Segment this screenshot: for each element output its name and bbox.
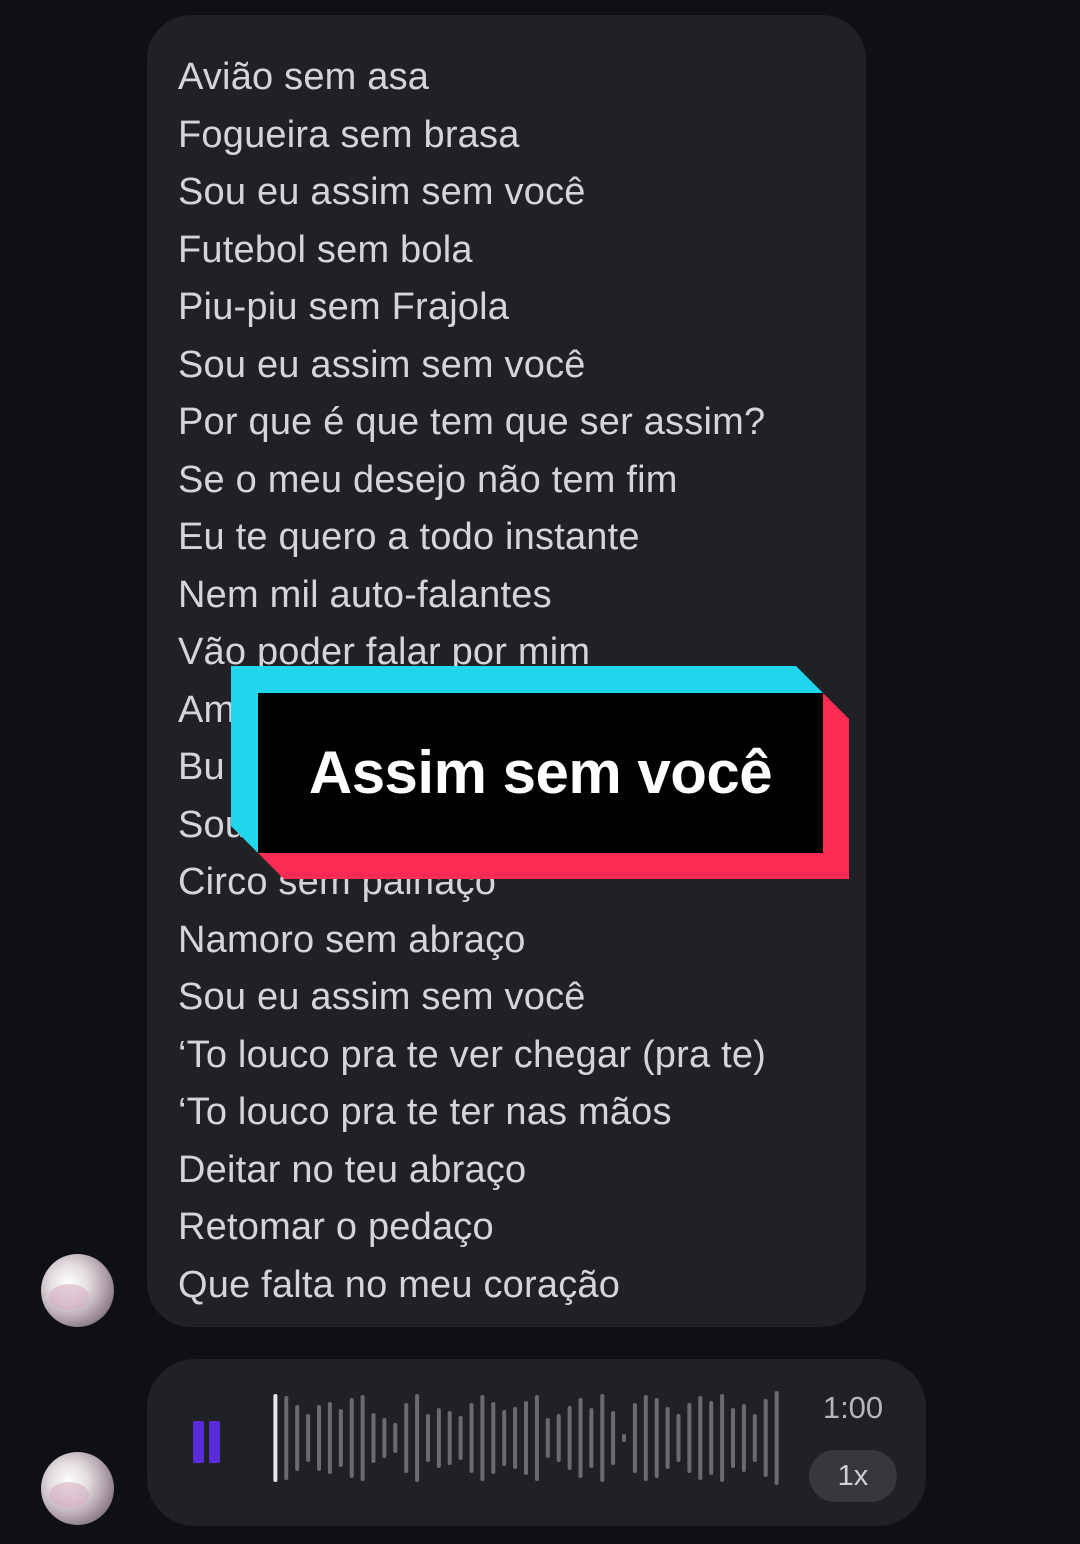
waveform-bar [447,1411,452,1465]
waveform-bar [524,1401,528,1475]
waveform-bar [393,1423,398,1453]
audio-duration: 1:00 [822,1390,884,1425]
lyric-line: Avião sem asa [178,56,430,98]
lyric-line: Nem mil auto-falantes [178,573,552,616]
waveform-bar [327,1402,332,1474]
waveform-bar [415,1394,420,1482]
waveform-bar [545,1418,550,1458]
waveform-bar [654,1398,659,1478]
waveform-bar [687,1403,692,1473]
waveform-bar [665,1407,670,1469]
waveform-bar [306,1414,311,1462]
waveform-bar [404,1403,409,1473]
playback-speed-button[interactable]: 1x [809,1450,897,1502]
waveform-bar [458,1416,463,1460]
waveform-bar [295,1405,300,1471]
waveform-bar [763,1399,768,1477]
waveform-bar [436,1408,441,1468]
waveform-bar [741,1404,746,1472]
waveform-bar [709,1401,714,1475]
waveform-bar [382,1418,387,1458]
waveform-bar [426,1414,430,1462]
waveform-bar [643,1395,648,1481]
waveform-bar [774,1391,779,1485]
lyric-line: ‘To louco pra te ter nas mãos [178,1091,672,1133]
waveform-bar [469,1403,474,1473]
sender-avatar[interactable] [41,1254,114,1327]
waveform-bar [480,1395,485,1481]
waveform-bar [611,1411,616,1465]
waveform-bar [556,1414,561,1462]
waveform-bar [513,1407,518,1469]
lyric-line: Fogueira sem brasa [178,113,520,156]
lyric-line: Se o meu desejo não tem fim [178,458,678,501]
waveform-bar [600,1394,605,1482]
waveform-bar [338,1409,343,1467]
lyric-line: Eu te quero a todo instante [178,516,640,558]
waveform-bar [502,1410,507,1466]
waveform-bar [589,1408,594,1468]
lyric-line: Piu-piu sem Frajola [178,286,510,328]
sender-avatar-audio[interactable] [41,1452,114,1525]
overlay-title: Assim sem você [308,739,773,806]
lyric-line: Por que é que tem que ser assim? [178,401,766,443]
waveform-bar [731,1408,735,1468]
waveform-bar [622,1434,626,1442]
audio-waveform[interactable] [270,1390,782,1486]
lyric-line: ‘To louco pra te ver chegar (pra te) [178,1033,767,1076]
waveform-bar [752,1414,757,1462]
waveform-bar [578,1398,583,1478]
lyric-line: Futebol sem bola [178,228,473,271]
waveform-bar [273,1394,278,1482]
waveform-bar [632,1403,637,1473]
pause-icon[interactable] [193,1421,223,1463]
lyric-line: Namoro sem abraço [178,918,526,961]
lyric-line: Sou eu assim sem você [178,343,586,386]
waveform-bar [720,1394,725,1482]
chat-screen: Avião sem asa Fogueira sem brasa Sou eu as… [0,0,1080,1544]
waveform-bar [317,1405,321,1471]
waveform-bar [676,1414,681,1462]
waveform-bar [491,1402,496,1474]
waveform-bar [284,1396,289,1480]
waveform-bar [698,1396,703,1480]
lyric-line: Sou eu assim sem você [178,171,586,213]
lyric-line: Sou eu assim sem você [178,976,586,1018]
waveform-bar [371,1413,376,1463]
lyric-line: Que falta no meu coração [178,1263,621,1306]
waveform-bar [567,1406,572,1470]
waveform-bar [360,1395,365,1481]
lyric-line: Retomar o pedaço [178,1206,494,1248]
waveform-bar [534,1395,539,1481]
lyric-line: Deitar no teu abraço [178,1148,527,1191]
waveform-bar [349,1398,354,1478]
title-overlay: Assim sem você [231,666,849,879]
